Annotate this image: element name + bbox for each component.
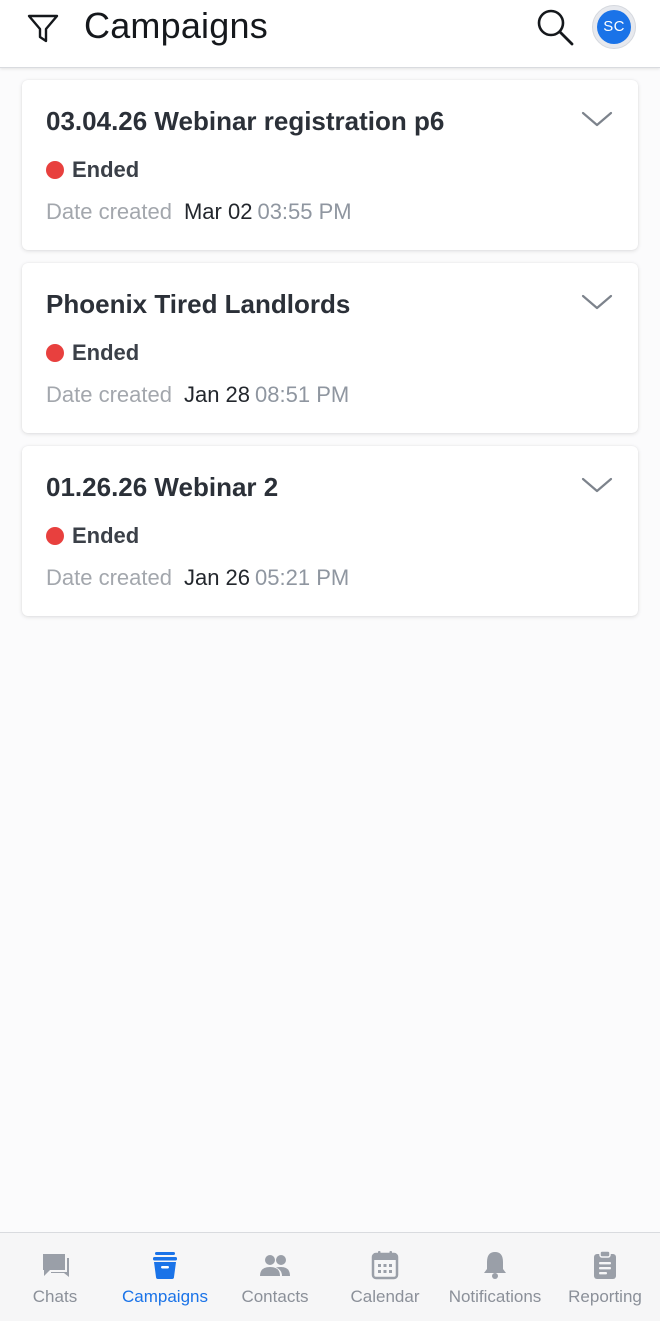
nav-item-notifications[interactable]: Notifications [440, 1233, 550, 1321]
date-created-date: Mar 02 [183, 199, 253, 224]
calendar-icon [371, 1251, 399, 1280]
nav-label-calendar: Calendar [350, 1287, 420, 1306]
campaign-status: Ended [46, 156, 139, 184]
bell-icon [484, 1252, 506, 1279]
status-dot [46, 161, 64, 179]
campaign-card[interactable]: 03.04.26 Webinar registration p6 Ended D… [22, 80, 638, 250]
date-created-row: Date created Jan 26 05:21 PM [46, 564, 349, 592]
user-avatar[interactable]: SC [592, 5, 636, 49]
nav-item-reporting[interactable]: Reporting [550, 1233, 660, 1321]
campaign-icon [153, 1252, 177, 1279]
bottom-nav: Chats Campaigns Contacts Calendar Notifi… [0, 1232, 660, 1321]
date-created-row: Date created Mar 02 03:55 PM [46, 198, 352, 226]
nav-item-contacts[interactable]: Contacts [220, 1233, 330, 1321]
nav-item-chats[interactable]: Chats [0, 1233, 110, 1321]
date-created-date: Jan 26 [183, 565, 251, 590]
nav-label-campaigns: Campaigns [122, 1287, 208, 1306]
top-app-bar: Campaigns SC [0, 0, 660, 68]
search-icon[interactable] [534, 6, 576, 48]
chevron-down-icon[interactable] [580, 291, 614, 313]
status-label: Ended [72, 340, 140, 365]
nav-item-campaigns[interactable]: Campaigns [110, 1233, 220, 1321]
nav-label-contacts: Contacts [241, 1287, 309, 1306]
date-created-time: 03:55 PM [257, 199, 352, 224]
nav-label-reporting: Reporting [568, 1287, 642, 1306]
status-label: Ended [72, 523, 140, 548]
chevron-down-icon[interactable] [580, 474, 614, 496]
page-title: Campaigns [84, 5, 268, 46]
clipboard-icon [594, 1250, 616, 1279]
filter-icon[interactable] [26, 12, 60, 46]
date-created-label: Date created [46, 199, 172, 224]
app-root: Campaigns SC 03.04.26 Webinar registrati… [0, 0, 660, 1321]
date-created-time: 05:21 PM [255, 565, 350, 590]
date-created-label: Date created [46, 382, 172, 407]
status-dot [46, 527, 64, 545]
avatar-initials: SC [597, 10, 631, 44]
campaign-title: 01.26.26 Webinar 2 [46, 472, 279, 502]
nav-item-calendar[interactable]: Calendar [330, 1233, 440, 1321]
contacts-icon [260, 1255, 290, 1276]
date-created-date: Jan 28 [183, 382, 251, 407]
campaign-card[interactable]: 01.26.26 Webinar 2 Ended Date created Jan… [22, 446, 638, 616]
campaign-status: Ended [46, 522, 139, 550]
nav-label-chats: Chats [32, 1287, 78, 1306]
campaign-title: Phoenix Tired Landlords [46, 289, 351, 319]
date-created-row: Date created Jan 28 08:51 PM [46, 381, 349, 409]
campaign-list: 03.04.26 Webinar registration p6 Ended D… [22, 80, 638, 629]
date-created-time: 08:51 PM [255, 382, 350, 407]
status-label: Ended [72, 157, 140, 182]
chevron-down-icon[interactable] [580, 108, 614, 130]
campaign-title: 03.04.26 Webinar registration p6 [46, 106, 445, 136]
campaign-card[interactable]: Phoenix Tired Landlords Ended Date creat… [22, 263, 638, 433]
campaign-status: Ended [46, 339, 139, 367]
date-created-label: Date created [46, 565, 172, 590]
nav-label-notifications: Notifications [448, 1287, 542, 1306]
status-dot [46, 344, 64, 362]
chat-icon [43, 1254, 69, 1277]
